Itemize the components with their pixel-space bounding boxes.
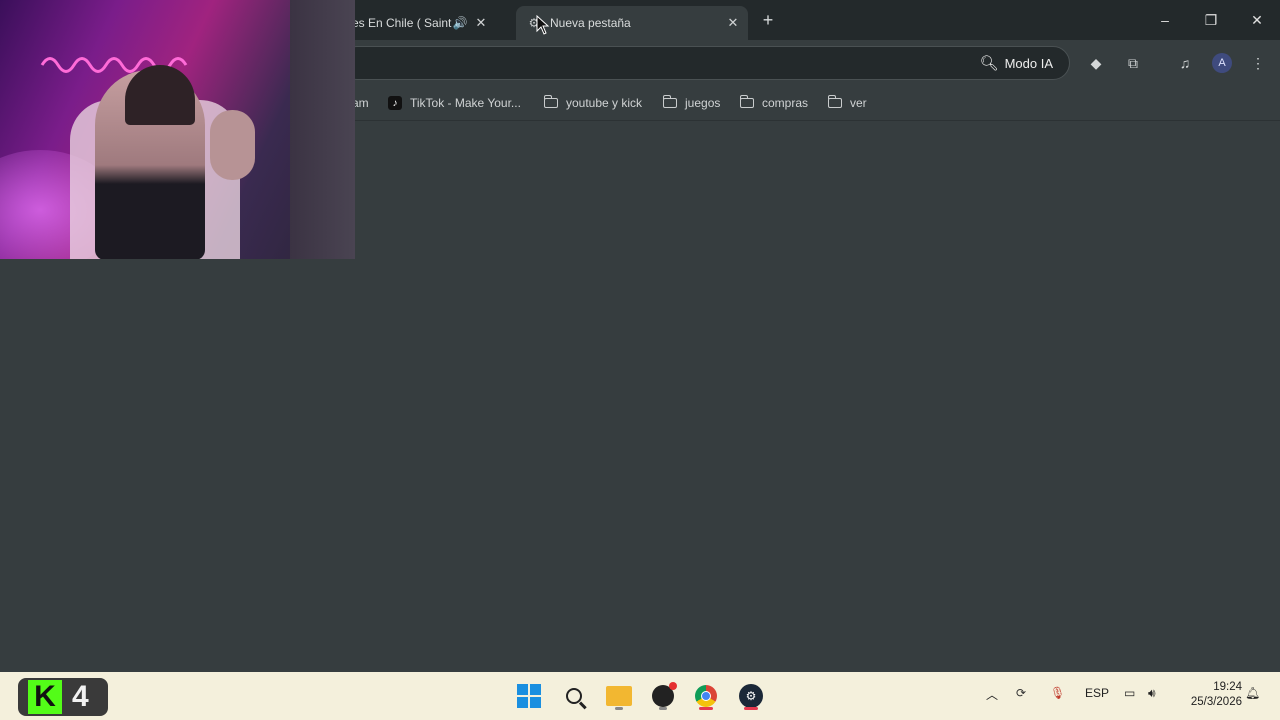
bookmark-folder-ver[interactable]: ver xyxy=(827,93,867,113)
running-indicator xyxy=(615,707,623,710)
obs-button[interactable] xyxy=(647,680,679,712)
input-language[interactable]: ESP xyxy=(1085,686,1109,700)
bookmark-label: youtube y kick xyxy=(566,96,643,110)
taskbar: K 4 ⚙ ︿ ⟳ 🎙︎ ESP ▭ 🔊︎ 19:24 25/3/2026 🔔︎ xyxy=(0,672,1280,720)
chrome-button[interactable] xyxy=(690,680,722,712)
notifications-bell-icon[interactable]: 🔔︎ xyxy=(1245,686,1260,700)
close-window-button[interactable]: ✕ xyxy=(1242,8,1272,32)
speaker-icon[interactable]: 🔊 xyxy=(452,15,468,31)
minimize-button[interactable]: – xyxy=(1150,8,1180,32)
streamer-hand xyxy=(210,110,255,180)
tab-title: es En Chile ( Saint xyxy=(352,16,452,30)
running-indicator xyxy=(659,707,667,710)
kick-logo: K xyxy=(28,680,62,714)
chrome-icon xyxy=(695,685,717,707)
media-controls-icon[interactable]: ♫ xyxy=(1173,52,1197,74)
mouse-cursor-icon xyxy=(536,15,550,35)
clock-time: 19:24 xyxy=(1213,681,1242,693)
close-tab-icon[interactable]: ✕ xyxy=(724,14,742,32)
bookmark-tiktok[interactable]: ♪ TikTok - Make Your... xyxy=(388,93,521,113)
folder-icon xyxy=(739,95,754,108)
tab-title: Nueva pestaña xyxy=(550,16,631,30)
menu-kebab-icon[interactable]: ⋮ xyxy=(1246,52,1270,74)
close-tab-icon[interactable]: ✕ xyxy=(472,14,490,32)
folder-icon xyxy=(827,95,842,108)
steam-button[interactable]: ⚙ xyxy=(735,680,767,712)
file-explorer-button[interactable] xyxy=(603,680,635,712)
address-bar[interactable]: 🔍︎ Modo IA xyxy=(340,46,1070,80)
tab-stream[interactable]: es En Chile ( Saint 🔊 ✕ xyxy=(340,6,510,40)
sync-icon[interactable]: ⟳ xyxy=(1016,686,1026,700)
clock[interactable]: 19:24 25/3/2026 xyxy=(1176,680,1242,710)
folder-icon xyxy=(543,95,558,108)
ai-mode-label: Modo IA xyxy=(1004,55,1053,71)
running-indicator xyxy=(744,707,758,710)
windows-icon xyxy=(517,684,541,708)
running-indicator xyxy=(699,707,713,710)
start-button[interactable] xyxy=(513,680,545,712)
obs-icon xyxy=(652,682,677,707)
bookmark-label: ver xyxy=(850,96,867,110)
new-tab-button[interactable]: + xyxy=(756,8,780,32)
volume-icon[interactable]: 🔊︎ xyxy=(1148,686,1156,701)
restore-button[interactable]: ❐ xyxy=(1196,8,1226,32)
kick-viewer-badge: K 4 xyxy=(18,678,108,716)
search-button[interactable] xyxy=(558,680,590,712)
bookmark-folder-compras[interactable]: compras xyxy=(739,93,809,113)
microphone-icon[interactable]: 🎙︎ xyxy=(1050,686,1065,700)
folder-icon xyxy=(662,95,677,108)
profile-avatar[interactable]: A xyxy=(1212,53,1232,73)
network-icon[interactable]: ▭ xyxy=(1124,686,1135,700)
kick-viewer-count: 4 xyxy=(72,680,89,713)
search-sparkle-icon: 🔍︎ xyxy=(979,55,999,72)
webcam-wall xyxy=(290,0,355,259)
webcam-overlay xyxy=(0,0,355,259)
ai-mode-button[interactable]: 🔍︎ Modo IA xyxy=(970,50,1063,76)
clock-date: 25/3/2026 xyxy=(1190,696,1242,708)
extensions-icon[interactable]: ⧉ xyxy=(1121,52,1145,74)
tray-chevron-icon[interactable]: ︿ xyxy=(986,686,998,703)
search-icon xyxy=(566,688,582,704)
bookmark-label: juegos xyxy=(685,96,721,110)
bookmark-label: TikTok - Make Your... xyxy=(410,96,521,110)
bookmark-folder-juegos[interactable]: juegos xyxy=(662,93,721,113)
gemini-icon[interactable]: ◆ xyxy=(1084,52,1108,74)
bookmark-label: compras xyxy=(762,96,809,110)
bookmark-folder-youtube-y-kick[interactable]: youtube y kick xyxy=(543,93,643,113)
steam-icon: ⚙ xyxy=(739,684,763,708)
tiktok-icon: ♪ xyxy=(388,96,402,110)
folder-icon xyxy=(606,686,632,706)
tab-new-tab[interactable]: ⚙ Nueva pestaña ✕ xyxy=(516,6,748,40)
